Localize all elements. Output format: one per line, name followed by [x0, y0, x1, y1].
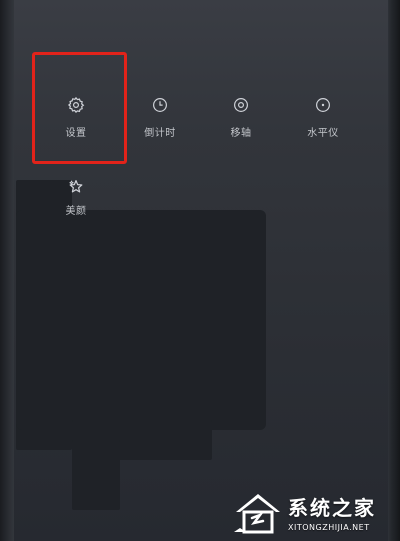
obscured-region: [16, 210, 266, 430]
beauty-sparkle-icon: [69, 180, 83, 193]
phone-frame-left: [0, 0, 14, 541]
level-button[interactable]: 水平仪: [293, 96, 353, 139]
timer-button[interactable]: 倒计时: [130, 96, 190, 139]
watermark-title: 系统之家: [288, 496, 376, 520]
timer-icon: [153, 98, 167, 112]
tilt-shift-icon: [234, 98, 248, 112]
watermark-subtitle: XITONGZHIJIA.NET: [288, 523, 370, 532]
phone-frame-right: [388, 0, 400, 541]
settings-highlight-box: [32, 52, 127, 164]
tilt-shift-button[interactable]: 移轴: [211, 96, 271, 139]
beauty-label: 美颜: [65, 206, 87, 217]
obscured-region: [72, 440, 120, 510]
watermark: 系统之家 XITONGZHIJIA.NET: [232, 488, 376, 536]
house-logo-icon: [234, 494, 280, 534]
tilt-shift-label: 移轴: [230, 128, 252, 139]
level-icon: [316, 98, 330, 112]
level-label: 水平仪: [307, 128, 339, 139]
timer-label: 倒计时: [144, 128, 176, 139]
beauty-button[interactable]: 美颜: [46, 178, 106, 217]
